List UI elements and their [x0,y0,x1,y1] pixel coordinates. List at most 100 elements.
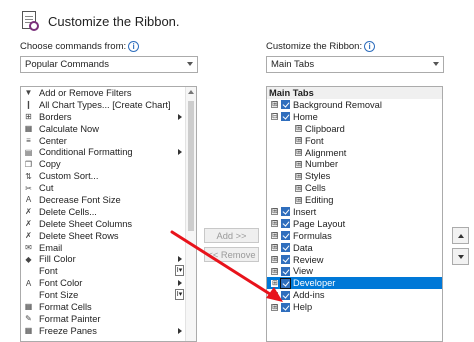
tree-item[interactable]: ⊞ Editing [267,194,442,206]
checkbox[interactable] [281,231,290,241]
tree-item-label: Developer [293,278,336,289]
command-label: Format Painter [39,313,101,324]
arrow-up-icon [458,234,464,238]
expand-toggle-icon[interactable]: ⊞ [271,208,278,216]
command-item[interactable]: ✂ Cut [21,182,196,194]
freeze-panes-icon: ▦ [24,326,33,336]
command-item[interactable]: ▦ Freeze Panes [21,325,196,337]
scroll-thumb[interactable] [188,101,194,231]
expand-toggle-icon[interactable]: ⊞ [271,303,278,311]
tree-item[interactable]: ⊞ Alignment [267,147,442,159]
tree-item-label: Font [305,135,324,146]
tree-item-label: Editing [305,195,334,206]
command-item[interactable]: ▼ Add or Remove Filters [21,87,196,99]
command-item[interactable]: ❙ All Chart Types... [Create Chart] [21,99,196,111]
tree-item[interactable]: ⊞ Review [267,254,442,266]
blank-icon [23,290,34,300]
command-item[interactable]: ≡ Center [21,135,196,147]
command-item[interactable]: Font Size I▾ [21,289,196,301]
expand-toggle-icon[interactable]: ⊞ [295,149,302,156]
command-item[interactable]: ▦ Calculate Now [21,123,196,135]
commands-scrollbar[interactable] [185,87,196,341]
commands-list[interactable]: ▼ Add or Remove Filters ❙ All Chart Types..… [20,86,197,342]
add-button[interactable]: Add >> [204,228,259,243]
submenu-arrow-icon [178,327,182,334]
tree-item[interactable]: ⊞ Data [267,242,442,254]
expand-toggle-icon[interactable]: ⊟ [271,113,278,121]
tree-item[interactable]: ⊞ Styles [267,170,442,182]
checkbox[interactable] [281,266,290,276]
filter-icon: ▼ [24,88,33,98]
remove-button[interactable]: << Remove [204,247,259,262]
expand-toggle-icon[interactable]: ⊞ [295,160,302,168]
command-item[interactable]: Font I▾ [21,265,196,277]
tree-item[interactable]: ⊞ Clipboard [267,123,442,135]
expand-toggle-icon[interactable]: ⊞ [295,137,302,145]
command-item[interactable]: A Decrease Font Size [21,194,196,206]
command-item[interactable]: ⇅ Custom Sort... [21,170,196,182]
checkbox[interactable] [281,219,290,229]
checkbox[interactable] [281,302,290,312]
expand-toggle-icon[interactable]: ⊞ [271,291,278,299]
tree-item[interactable]: ⊞ Background Removal [267,99,442,111]
center-align-icon: ≡ [26,136,31,145]
checkbox[interactable] [281,100,290,110]
checkbox[interactable] [281,290,290,300]
tree-item[interactable]: ⊞ Formulas [267,230,442,242]
tree-item[interactable]: ⊞ Insert [267,206,442,218]
expand-toggle-icon[interactable]: ⊞ [271,232,278,240]
delete-cells-icon: ✗ [25,207,32,217]
tree-item[interactable]: ⊞ Page Layout [267,218,442,230]
copy-icon: ❐ [24,159,33,169]
expand-toggle-icon[interactable]: ⊞ [295,125,302,133]
command-item[interactable]: ✗ Delete Sheet Columns [21,218,196,230]
command-item[interactable]: ✉ Email [21,242,196,254]
checkbox[interactable] [281,243,290,253]
expand-toggle-icon[interactable]: ⊞ [271,101,278,109]
ribbon-tabs-tree[interactable]: Main Tabs ⊞ Background Removal ⊟ Home ⊞ Clipb… [266,86,443,342]
tree-header: Main Tabs [267,87,442,99]
command-item[interactable]: ▤ Conditional Formatting [21,146,196,158]
expand-toggle-icon[interactable]: ⊞ [295,184,302,192]
expand-toggle-icon[interactable]: ⊞ [271,220,278,228]
customize-ribbon-icon [20,10,40,32]
tree-item[interactable]: ⊞ Help [267,301,442,313]
move-down-button[interactable] [452,248,469,265]
expand-toggle-icon[interactable]: ⊞ [271,244,278,252]
tree-item[interactable]: ⊞ Cells [267,182,442,194]
checkbox[interactable] [280,277,291,289]
command-label: Fill Color [39,254,76,265]
customize-ribbon-value: Main Tabs [271,59,315,70]
command-item[interactable]: ▦ Format Cells [21,301,196,313]
checkbox[interactable] [281,112,290,122]
choose-commands-dropdown[interactable]: Popular Commands [20,56,198,73]
info-icon[interactable]: i [128,41,140,52]
command-item[interactable]: ❐ Copy [21,158,196,170]
command-item[interactable]: ✗ Delete Sheet Rows [21,230,196,242]
tree-item[interactable]: ⊞ Number [267,158,442,170]
expand-toggle-icon[interactable]: ⊞ [295,172,302,180]
checkbox[interactable] [281,255,290,265]
tree-item[interactable]: ⊞ Add-ins [267,289,442,301]
tree-item[interactable]: ⊞ View [267,265,442,277]
calculator-icon: ▦ [24,124,33,134]
command-item[interactable]: ⊞ Borders [21,111,196,123]
checkbox[interactable] [281,207,290,217]
tree-item-label: Data [293,242,313,253]
expand-toggle-icon[interactable]: ⊞ [271,256,278,264]
tree-item[interactable]: ⊞ Font [267,135,442,147]
move-up-button[interactable] [452,227,469,244]
expand-toggle-icon[interactable]: ⊞ [295,196,302,204]
tree-item[interactable]: ⊞ Developer [267,277,442,290]
expand-toggle-icon[interactable]: ⊞ [271,279,278,287]
command-item[interactable]: ✎ Format Painter [21,313,196,325]
customize-ribbon-dropdown[interactable]: Main Tabs [266,56,444,73]
command-item[interactable]: ◆ Fill Color [21,253,196,265]
command-item[interactable]: A Font Color [21,277,196,289]
command-item[interactable]: ✗ Delete Cells... [21,206,196,218]
info-icon[interactable]: i [364,41,376,52]
tree-item[interactable]: ⊟ Home [267,111,442,123]
command-label: Delete Sheet Rows [39,230,119,241]
scroll-up-icon[interactable] [188,90,194,94]
expand-toggle-icon[interactable]: ⊞ [271,267,278,275]
